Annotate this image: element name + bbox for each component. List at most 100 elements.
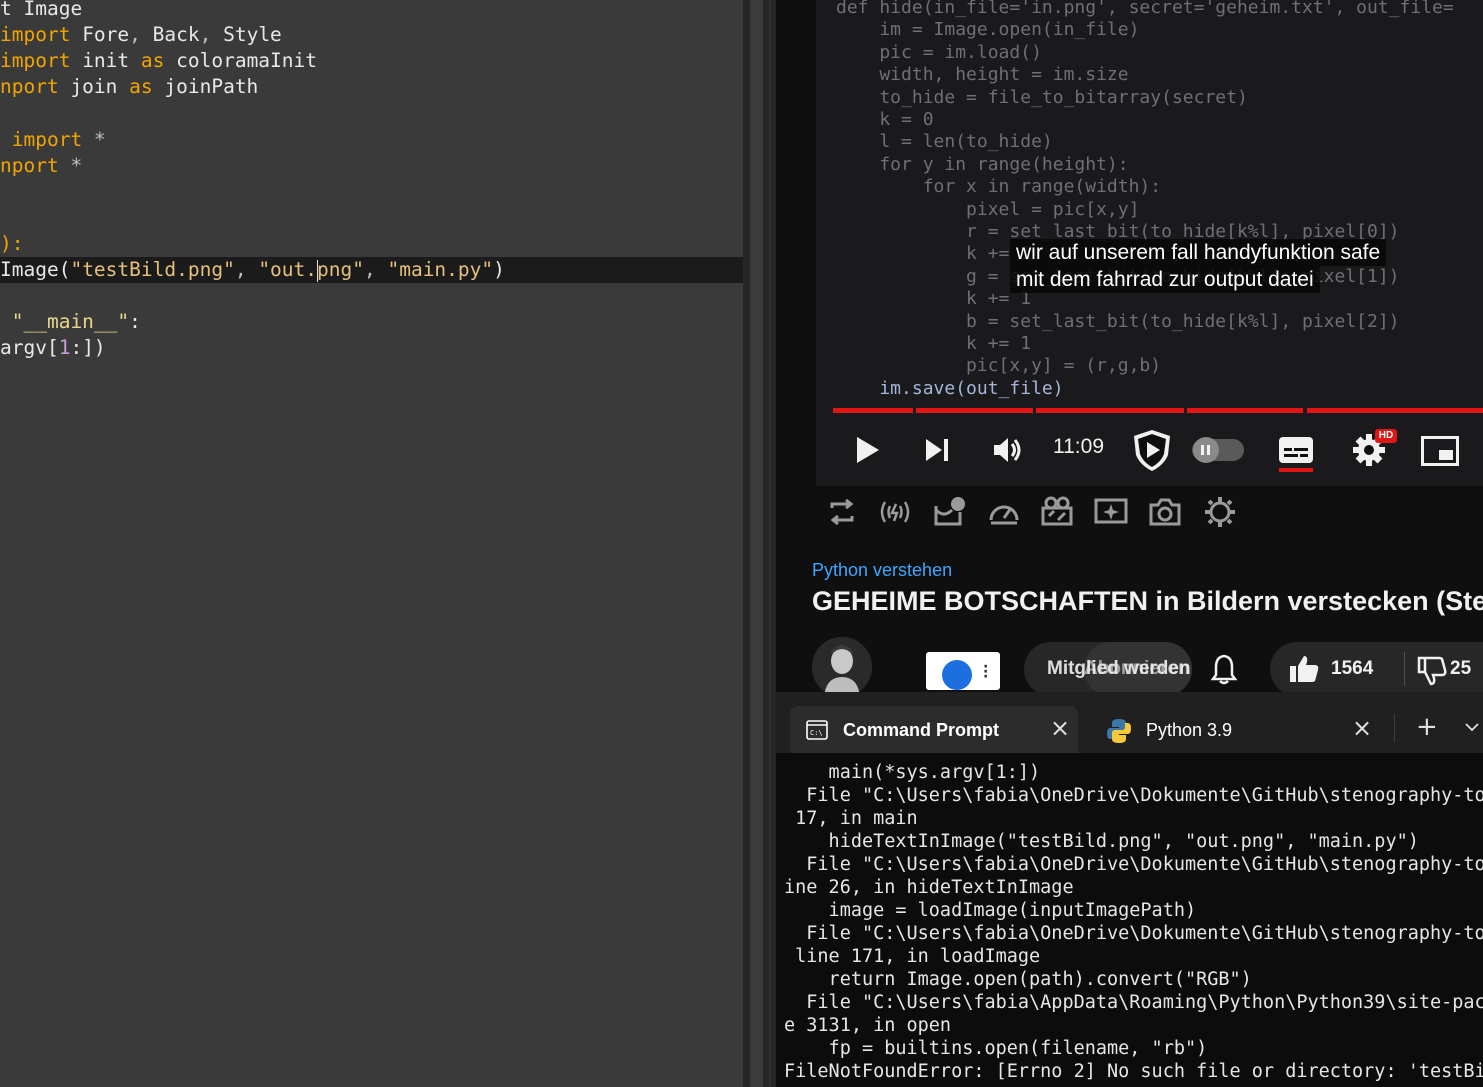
code-line[interactable]: nport * (0, 153, 82, 179)
code-line[interactable]: t Image (0, 0, 82, 22)
code-line[interactable]: nport join as joinPath (0, 74, 258, 100)
progress-chapter-3[interactable] (1036, 408, 1184, 413)
code-token: Fore (70, 23, 130, 47)
volume-icon[interactable] (992, 436, 1024, 464)
tab-command-prompt[interactable]: C:\ Command Prompt × (790, 706, 1078, 753)
code-token: import (0, 127, 83, 151)
video-code-line: pic[x,y] = (r,g,b) (836, 355, 1162, 377)
code-token: ) (493, 258, 505, 281)
code-token: t Image (0, 0, 83, 20)
divider-line (769, 0, 771, 1087)
subtitles-icon[interactable] (1278, 434, 1314, 474)
code-token: import (0, 49, 71, 73)
video-code-line: k += 1 (836, 288, 1032, 310)
progress-chapter-2[interactable] (916, 408, 1033, 413)
code-token: , (234, 258, 259, 281)
audio-boost-icon[interactable] (877, 494, 913, 530)
code-token: * (58, 153, 83, 177)
video-code-line: pic = im.load() (836, 41, 1042, 63)
progress-chapter-5[interactable] (1307, 408, 1483, 413)
terminal-line: File "C:\Users\fabia\OneDrive\Dokumente\… (784, 923, 1483, 944)
extension-settings-icon[interactable] (1202, 494, 1238, 530)
terminal-line: main(*sys.argv[1:]) (784, 762, 1041, 783)
pause-bar-right (1207, 445, 1210, 455)
extension-logo-icon (942, 660, 972, 690)
code-line[interactable]: import * (0, 127, 106, 153)
hd-badge: HD (1375, 429, 1397, 443)
terminal-line: line 171, in loadImage (784, 946, 1041, 967)
autoplay-toggle[interactable] (1192, 437, 1244, 463)
code-token: joinPath (152, 75, 259, 99)
code-token: join (58, 75, 130, 99)
editor-scrollbar[interactable] (750, 0, 763, 1087)
channel-name-link[interactable]: Python verstehen (812, 560, 952, 581)
code-line[interactable]: argv[1:]) (0, 335, 106, 361)
video-code-line: for x in range(width): (836, 176, 1162, 198)
video-title: GEHEIME BOTSCHAFTEN in Bildern verstecke… (812, 586, 1483, 616)
video-code-line: def hide(in_file='in.png', secret='gehei… (836, 0, 1454, 18)
code-line[interactable]: "__main__": (0, 309, 141, 335)
code-token: , (363, 258, 388, 281)
terminal-line: e 3131, in open (784, 1015, 952, 1036)
code-token: ): (0, 231, 24, 255)
more-options-icon[interactable]: · · · (983, 660, 988, 684)
code-line[interactable]: ): (0, 231, 23, 257)
code-editor[interactable]: t Image import Fore, Back, Style import in… (0, 0, 743, 1087)
tab-label-python[interactable]: Python 3.9 (1146, 720, 1232, 741)
code-line[interactable]: import init as coloramaInit (0, 48, 317, 74)
code-token: , (199, 23, 212, 47)
terminal-line: hideTextInImage("testBild.png", "out.png… (784, 831, 1419, 852)
video-code-line: k = 0 (836, 109, 934, 130)
code-token: init (70, 49, 141, 73)
video-code-line: k += 1 (836, 243, 1032, 265)
play-icon[interactable] (854, 434, 882, 466)
terminal-output[interactable]: main(*sys.argv[1:]) File "C:\Users\fabia… (776, 753, 1483, 1087)
terminal-window: C:\ Command Prompt × Python 3.9 × + main… (776, 692, 1483, 1087)
code-token: coloramaInit (164, 49, 318, 73)
code-line[interactable]: import Fore, Back, Style (0, 22, 282, 48)
speed-icon[interactable] (986, 494, 1022, 530)
video-code-line: im.save(out_file) (836, 377, 1064, 399)
like-icon[interactable] (1288, 654, 1320, 684)
progress-chapter-1[interactable] (833, 408, 913, 413)
screen-enhance-icon[interactable] (1093, 494, 1129, 530)
shield-play-icon[interactable] (1129, 427, 1175, 473)
subtitle-line-2: mit dem fahrrad zur output datei (1010, 266, 1320, 293)
video-code-line: to_hide = file_to_bitarray(secret) (836, 86, 1248, 108)
code-token: Back (140, 23, 200, 47)
chevron-down-icon[interactable] (1464, 722, 1480, 732)
close-tab-icon[interactable]: × (1050, 714, 1070, 742)
terminal-line: return Image.open(path).convert("RGB") (784, 969, 1252, 990)
toggle-knob (1193, 437, 1219, 463)
dislike-icon[interactable] (1417, 656, 1447, 686)
cinema-mode-icon[interactable] (932, 494, 968, 530)
loop-icon[interactable] (824, 494, 860, 530)
next-icon[interactable] (924, 436, 952, 464)
progress-chapter-4[interactable] (1187, 408, 1303, 413)
join-button[interactable]: Mitglied werden Abonnieren (1024, 642, 1192, 692)
code-token: Style (211, 23, 282, 47)
close-tab-icon[interactable]: × (1352, 714, 1372, 742)
cmd-icon: C:\ (806, 720, 828, 740)
code-line[interactable]: Image("testBild.png", "out.png", "main.p… (0, 257, 743, 283)
miniplayer-icon[interactable] (1421, 436, 1459, 466)
terminal-tab-bar: C:\ Command Prompt × Python 3.9 × + (776, 692, 1483, 753)
extension-badge[interactable]: · · · (926, 652, 1000, 690)
new-tab-plus-icon[interactable]: + (1416, 712, 1438, 742)
filters-icon[interactable] (1039, 494, 1075, 530)
terminal-line: File "C:\Users\fabia\OneDrive\Dokumente\… (784, 854, 1483, 875)
terminal-line: File "C:\Users\fabia\AppData\Roaming\Pyt… (784, 992, 1483, 1013)
channel-avatar[interactable] (812, 637, 872, 692)
code-token: , (129, 23, 141, 47)
tab-label-command-prompt: Command Prompt (843, 720, 1000, 740)
code-token: png" (317, 258, 364, 281)
code-token: argv[ (0, 336, 59, 360)
terminal-line: image = loadImage(inputImagePath) (784, 900, 1197, 921)
subtitle-line-1: wir auf unserem fall handyfunktion safe (1010, 239, 1387, 266)
terminal-line: ine 26, in hideTextInImage (784, 877, 1074, 898)
bell-icon[interactable] (1210, 653, 1238, 685)
dislike-count: 25 (1450, 658, 1472, 679)
tab-divider (1394, 714, 1395, 742)
code-token: "testBild.png" (70, 258, 235, 281)
screenshot-icon[interactable] (1147, 494, 1183, 530)
